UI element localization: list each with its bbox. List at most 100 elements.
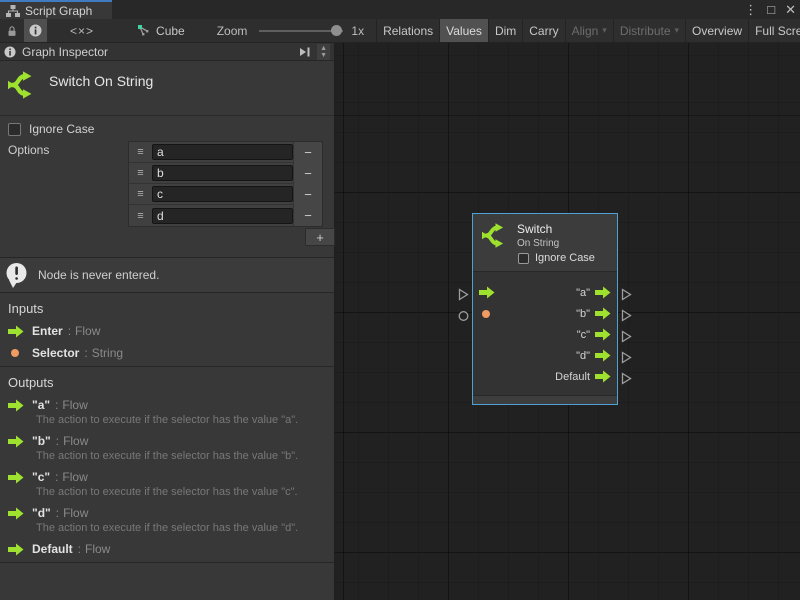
port-label: Default	[497, 371, 590, 383]
flow-output-port[interactable]	[621, 288, 632, 301]
port-description: The action to execute if the selector ha…	[36, 522, 334, 534]
input-port-row: Selector : String	[0, 346, 334, 360]
ignore-case-row: Ignore Case	[0, 121, 334, 137]
node-port-row: "c"	[479, 324, 611, 345]
dim-button[interactable]: Dim	[488, 19, 522, 42]
graph-inspector-header: Graph Inspector ▲ ▼	[0, 43, 334, 61]
port-type: String	[92, 346, 123, 360]
add-option-row: +	[305, 228, 335, 246]
overview-button[interactable]: Overview	[685, 19, 748, 42]
flow-output-arrow-icon[interactable]	[595, 307, 611, 320]
flow-output-arrow-icon[interactable]	[595, 286, 611, 299]
relations-button[interactable]: Relations	[376, 19, 439, 42]
input-port-row: Enter : Flow	[0, 324, 334, 338]
flow-input-arrow-icon[interactable]	[479, 286, 497, 299]
remove-option-button[interactable]: −	[293, 184, 322, 205]
flow-output-port[interactable]	[621, 351, 632, 364]
drag-handle-icon[interactable]: ≡	[129, 167, 152, 179]
remove-option-button[interactable]: −	[293, 142, 322, 163]
drag-handle-icon[interactable]: ≡	[129, 146, 152, 158]
ignore-case-checkbox[interactable]	[8, 123, 21, 136]
flow-arrow-icon	[8, 471, 24, 484]
flow-input-port[interactable]	[458, 288, 469, 301]
options-label: Options	[8, 143, 49, 157]
port-type: Flow	[63, 434, 88, 448]
port-label: "c"	[497, 329, 590, 341]
flow-output-arrow-icon[interactable]	[595, 349, 611, 362]
port-label: "b"	[497, 308, 590, 320]
panel-scroll-spinner[interactable]: ▲ ▼	[317, 44, 330, 60]
remove-option-button[interactable]: −	[293, 163, 322, 184]
value-input-port[interactable]	[458, 310, 469, 322]
ignore-case-checkbox[interactable]	[518, 253, 529, 264]
remove-option-button[interactable]: −	[293, 205, 322, 226]
switch-unit-icon	[8, 70, 38, 100]
node-titles: Switch On String	[517, 222, 559, 249]
flow-output-arrow-icon[interactable]	[595, 328, 611, 341]
port-description: The action to execute if the selector ha…	[36, 486, 334, 498]
graph-canvas[interactable]: Switch On String Ignore Case "a"	[335, 43, 800, 600]
string-dot-icon	[8, 349, 24, 357]
full-screen-button[interactable]: Full Screen	[748, 19, 800, 42]
dock-sidebar-icon[interactable]	[299, 46, 311, 58]
output-port-row: Default : Flow	[0, 542, 334, 556]
flow-arrow-icon	[8, 435, 24, 448]
inspector-toggle-button[interactable]	[24, 19, 47, 42]
flow-arrow-icon	[8, 507, 24, 520]
graph-owner-icon	[137, 24, 150, 37]
option-input[interactable]	[152, 186, 293, 202]
zoom-value: 1x	[351, 19, 364, 42]
spinner-up-icon[interactable]: ▲	[320, 45, 327, 52]
port-type: Flow	[75, 324, 100, 338]
switch-on-string-node[interactable]: Switch On String Ignore Case "a"	[472, 213, 618, 405]
option-input[interactable]	[152, 144, 293, 160]
window-controls: ⋮ □ ✕	[744, 0, 796, 19]
graph-target-breadcrumb[interactable]: Cube	[131, 19, 191, 42]
carry-button[interactable]: Carry	[522, 19, 564, 42]
port-separator: :	[84, 346, 87, 360]
align-dropdown-button[interactable]: Align ▾	[565, 19, 613, 42]
switch-unit-icon	[482, 222, 509, 249]
flow-arrow-icon	[8, 325, 24, 338]
flow-output-port[interactable]	[621, 372, 632, 385]
option-input[interactable]	[152, 165, 293, 181]
drag-handle-icon[interactable]: ≡	[129, 188, 152, 200]
node-body: "a" "b" "c" "d"	[473, 271, 617, 395]
tab-script-graph[interactable]: Script Graph	[0, 0, 112, 19]
flow-output-port[interactable]	[621, 330, 632, 343]
string-dot-icon[interactable]	[479, 310, 497, 318]
code-view-button[interactable]: <×>	[65, 19, 99, 42]
port-name: "b"	[32, 434, 51, 448]
output-port-row: "b" : Flow	[0, 434, 334, 448]
zoom-label: Zoom	[217, 19, 248, 42]
outputs-section: Outputs "a" : Flow The action to execute…	[0, 367, 334, 563]
outputs-heading: Outputs	[0, 375, 334, 390]
graph-target-label: Cube	[156, 24, 185, 38]
node-port-row: "b"	[479, 303, 611, 324]
info-icon	[29, 24, 42, 37]
window-maximize-icon[interactable]: □	[767, 0, 775, 19]
spinner-down-icon[interactable]: ▼	[320, 52, 327, 59]
warning-banner: Node is never entered.	[0, 257, 334, 293]
drag-handle-icon[interactable]: ≡	[129, 210, 152, 222]
graph-inspector-panel: Graph Inspector ▲ ▼ Switch On String Ign…	[0, 43, 335, 600]
dim-label: Dim	[495, 24, 516, 38]
add-option-button[interactable]: +	[305, 228, 335, 246]
zoom-slider[interactable]	[259, 19, 343, 42]
inputs-section: Inputs Enter : Flow Selector : String	[0, 293, 334, 367]
port-name: Default	[32, 542, 73, 556]
lock-button[interactable]	[2, 19, 22, 42]
port-name: "a"	[32, 398, 50, 412]
unit-title: Switch On String	[49, 70, 153, 89]
port-separator: :	[56, 434, 59, 448]
window-menu-icon[interactable]: ⋮	[744, 0, 757, 19]
window-close-icon[interactable]: ✕	[785, 0, 796, 19]
values-button[interactable]: Values	[439, 19, 488, 42]
port-type: Flow	[62, 470, 87, 484]
flow-output-arrow-icon[interactable]	[595, 370, 611, 383]
zoom-slider-handle[interactable]	[331, 25, 342, 36]
distribute-dropdown-button[interactable]: Distribute ▾	[613, 19, 685, 42]
flow-output-port[interactable]	[621, 309, 632, 322]
option-input[interactable]	[152, 208, 293, 224]
toolbar-button-group: Relations Values Dim Carry Align ▾ Distr…	[376, 19, 800, 42]
